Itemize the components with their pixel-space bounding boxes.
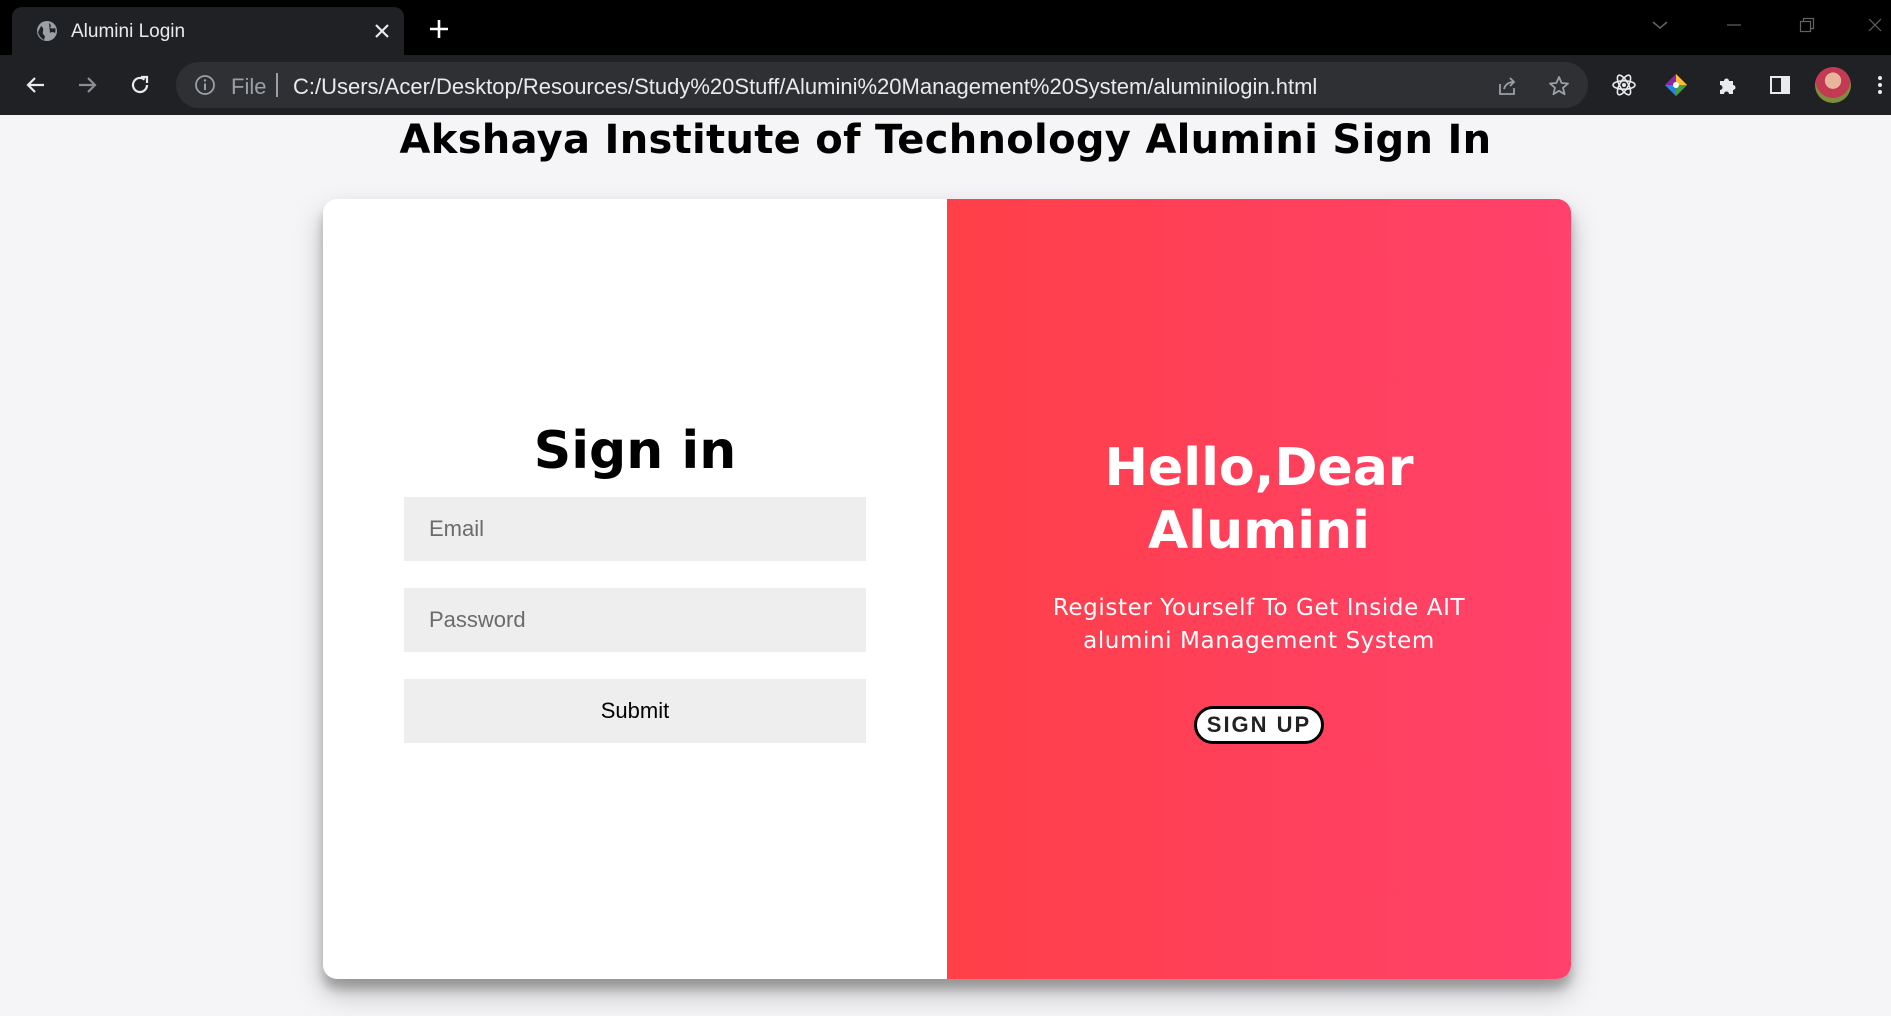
reload-icon[interactable]: [122, 67, 158, 103]
extensions-puzzle-icon[interactable]: [1710, 67, 1746, 103]
scheme-label: File: [231, 74, 267, 99]
tab-title: Alumini Login: [71, 21, 186, 42]
menu-kebab-icon[interactable]: [1868, 67, 1891, 103]
page-title: Akshaya Institute of Technology Alumini …: [399, 117, 1492, 163]
browser-toolbar: File C:/Users/Acer/Desktop/Resources/Stu…: [0, 55, 1891, 115]
overlay-description: Register Yourself To Get Inside AIT alum…: [947, 592, 1571, 658]
overlay-title-line1: Hello,Dear: [1104, 438, 1414, 498]
password-field[interactable]: [404, 588, 866, 652]
submit-button[interactable]: Submit: [404, 679, 866, 743]
info-icon[interactable]: [193, 73, 217, 97]
address-bar[interactable]: File C:/Users/Acer/Desktop/Resources/Stu…: [176, 62, 1588, 108]
browser-tab-strip: Alumini Login: [0, 0, 1891, 55]
react-devtools-icon[interactable]: [1606, 67, 1642, 103]
overlay-title-line2: Alumini: [1148, 501, 1370, 561]
login-card: Sign in Submit Hello,Dear Alumini Regist…: [323, 199, 1571, 979]
signup-overlay-panel: Hello,Dear Alumini Register Yourself To …: [947, 199, 1571, 979]
minimize-icon[interactable]: [1714, 12, 1754, 38]
url-text[interactable]: C:/Users/Acer/Desktop/Resources/Study%20…: [293, 74, 1317, 100]
tab-search-chevron-icon[interactable]: [1640, 12, 1680, 38]
restore-window-icon[interactable]: [1787, 12, 1827, 38]
new-tab-plus-icon[interactable]: [422, 12, 456, 46]
color-picker-extension-icon[interactable]: [1658, 67, 1694, 103]
signin-form: Sign in Submit: [323, 199, 947, 979]
back-arrow-icon[interactable]: [18, 67, 54, 103]
overlay-description-line2: alumini Management System: [1083, 628, 1435, 654]
address-separator: [276, 73, 278, 97]
email-field[interactable]: [404, 497, 866, 561]
avatar[interactable]: [1815, 67, 1851, 103]
forward-arrow-icon[interactable]: [69, 67, 105, 103]
overlay-description-line1: Register Yourself To Get Inside AIT: [1052, 595, 1466, 621]
side-panel-icon[interactable]: [1762, 67, 1798, 103]
globe-icon: [35, 19, 59, 43]
close-window-icon[interactable]: [1858, 12, 1891, 38]
star-icon[interactable]: [1544, 71, 1574, 101]
signin-title: Sign in: [533, 421, 737, 481]
browser-tab[interactable]: Alumini Login: [12, 7, 404, 55]
overlay-title: Hello,Dear Alumini: [947, 437, 1571, 563]
close-icon[interactable]: [367, 16, 397, 46]
signup-button[interactable]: SIGN UP: [1194, 706, 1324, 744]
share-icon[interactable]: [1492, 71, 1522, 101]
